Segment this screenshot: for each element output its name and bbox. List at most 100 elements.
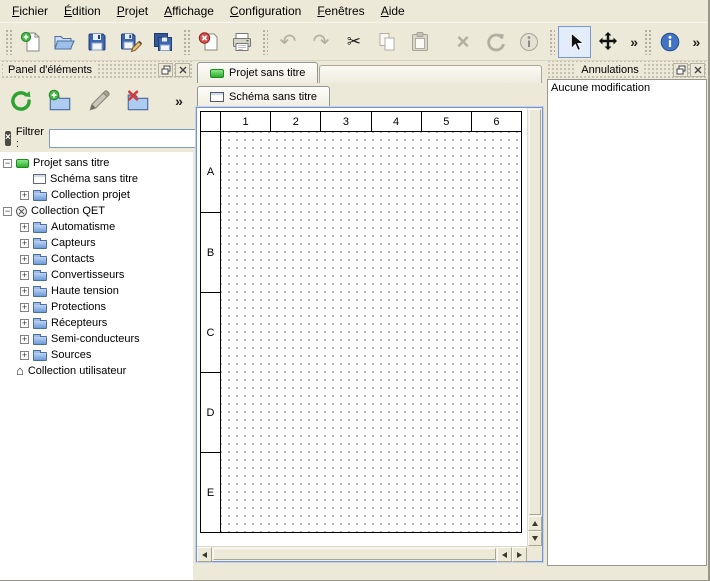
toolbar-grip[interactable] xyxy=(644,29,651,55)
project-icon xyxy=(210,69,224,78)
tree-item-label: Automatisme xyxy=(51,221,115,233)
elements-panel-header[interactable]: Panel d'éléments xyxy=(0,61,193,78)
redo-button[interactable]: ↷ xyxy=(304,26,337,58)
toolbar-grip[interactable] xyxy=(183,29,190,55)
tree-item-label: Récepteurs xyxy=(51,317,107,329)
menu-item-projet[interactable]: Projet xyxy=(109,1,156,21)
delete-button[interactable]: × xyxy=(447,26,480,58)
tree-item[interactable]: + Collection projet xyxy=(0,187,193,203)
filter-input[interactable] xyxy=(49,129,197,148)
move-cross-icon xyxy=(596,30,620,54)
vertical-scrollbar[interactable] xyxy=(527,108,542,546)
tree-expander-icon[interactable]: + xyxy=(20,335,29,344)
menu-item-aide[interactable]: Aide xyxy=(373,1,413,21)
toolbar-overflow-button[interactable]: » xyxy=(687,26,706,58)
row-header: A xyxy=(201,132,220,212)
hscroll-left-button[interactable] xyxy=(197,547,212,562)
menu-item-configuration[interactable]: Configuration xyxy=(222,1,309,21)
vscroll-up-button[interactable] xyxy=(528,516,542,531)
undo-button[interactable]: ↶ xyxy=(271,26,304,58)
tree-item[interactable]: − Projet sans titre xyxy=(0,155,193,171)
vscroll-down-button[interactable] xyxy=(528,531,542,546)
menu-item-affichage[interactable]: Affichage xyxy=(156,1,222,21)
print-button[interactable] xyxy=(226,26,259,58)
undo-panel-header[interactable]: Annulations xyxy=(546,61,708,79)
new-element-button[interactable] xyxy=(45,86,75,116)
paste-icon xyxy=(408,30,432,54)
sheet-corner xyxy=(201,112,221,132)
save-as-button[interactable] xyxy=(114,26,147,58)
move-mode-button[interactable] xyxy=(591,26,624,58)
tree-expander-icon[interactable]: + xyxy=(20,239,29,248)
paste-button[interactable] xyxy=(404,26,437,58)
chevron-double-right-icon: » xyxy=(630,35,638,49)
hscroll-thumb[interactable] xyxy=(213,548,496,560)
undo-panel: Annulations Aucune modification xyxy=(546,61,708,580)
select-mode-button[interactable] xyxy=(558,26,591,58)
vscroll-thumb[interactable] xyxy=(529,109,541,515)
hscroll-right-button[interactable] xyxy=(512,547,527,562)
tree-item[interactable]: + Haute tension xyxy=(0,283,193,299)
close-document-button[interactable] xyxy=(193,26,226,58)
toolbar-grip[interactable] xyxy=(549,29,556,55)
tree-expander-icon[interactable]: − xyxy=(3,207,12,216)
tree-item[interactable]: + Récepteurs xyxy=(0,315,193,331)
tab-schema[interactable]: Schéma sans titre xyxy=(197,86,330,107)
toolbar-grip[interactable] xyxy=(5,29,12,55)
new-document-button[interactable] xyxy=(15,26,48,58)
tree-expander-icon[interactable]: + xyxy=(20,287,29,296)
edit-element-button[interactable] xyxy=(84,86,114,116)
tree-item-label: Collection projet xyxy=(51,189,130,201)
tree-expander-icon[interactable]: + xyxy=(20,223,29,232)
diagram-canvas[interactable]: 123456 ABCDE xyxy=(197,108,527,546)
open-document-button[interactable] xyxy=(48,26,81,58)
toolbar-overflow-button[interactable]: » xyxy=(624,26,643,58)
tab-project[interactable]: Projet sans titre xyxy=(197,62,318,83)
clear-filter-button[interactable]: × xyxy=(5,131,11,146)
tree-item[interactable]: ⌂ Collection utilisateur xyxy=(0,363,193,379)
open-folder-icon xyxy=(52,30,76,54)
panel-overflow-button[interactable]: » xyxy=(171,86,187,116)
tree-expander-icon[interactable]: − xyxy=(3,159,12,168)
element-info-button[interactable] xyxy=(513,26,546,58)
schema-grid-area[interactable] xyxy=(221,132,521,532)
tree-expander-icon[interactable]: + xyxy=(20,271,29,280)
copy-button[interactable] xyxy=(371,26,404,58)
delete-element-button[interactable] xyxy=(123,86,153,116)
tree-expander-icon[interactable]: + xyxy=(20,191,29,200)
tree-item[interactable]: − Collection QET xyxy=(0,203,193,219)
rotate-button[interactable] xyxy=(480,26,513,58)
menu-item-edition[interactable]: Édition xyxy=(56,1,109,21)
menu-item-fichier[interactable]: Fichier xyxy=(4,1,56,21)
toolbar-grip[interactable] xyxy=(262,29,269,55)
tree-item[interactable]: + Capteurs xyxy=(0,235,193,251)
filter-row: × Filtrer : xyxy=(0,124,193,152)
reload-collections-button[interactable] xyxy=(6,86,36,116)
tree-item[interactable]: + Contacts xyxy=(0,251,193,267)
tree-item[interactable]: + Semi-conducteurs xyxy=(0,331,193,347)
horizontal-scrollbar[interactable] xyxy=(197,546,527,561)
tree-expander-icon[interactable]: + xyxy=(20,255,29,264)
hscroll-left-button[interactable] xyxy=(497,547,512,562)
tree-expander-icon[interactable]: + xyxy=(20,351,29,360)
arrow-left-icon xyxy=(202,552,207,558)
about-qet-button[interactable] xyxy=(654,26,687,58)
tree-item[interactable]: + Sources xyxy=(0,347,193,363)
undo-list-item[interactable]: Aucune modification xyxy=(548,80,706,96)
float-panel-button[interactable] xyxy=(673,63,688,77)
tree-item[interactable]: Schéma sans titre xyxy=(0,171,193,187)
tree-item[interactable]: + Convertisseurs xyxy=(0,267,193,283)
close-panel-button[interactable] xyxy=(690,63,705,77)
tree-item[interactable]: + Protections xyxy=(0,299,193,315)
save-all-button[interactable] xyxy=(147,26,180,58)
float-icon xyxy=(676,65,686,75)
close-panel-button[interactable] xyxy=(175,63,190,77)
tree-item[interactable]: + Automatisme xyxy=(0,219,193,235)
refresh-icon xyxy=(8,88,34,114)
cut-button[interactable]: ✂ xyxy=(337,26,370,58)
tree-expander-icon[interactable]: + xyxy=(20,319,29,328)
save-button[interactable] xyxy=(81,26,114,58)
float-panel-button[interactable] xyxy=(158,63,173,77)
menu-item-fenetres[interactable]: Fenêtres xyxy=(309,1,372,21)
tree-expander-icon[interactable]: + xyxy=(20,303,29,312)
